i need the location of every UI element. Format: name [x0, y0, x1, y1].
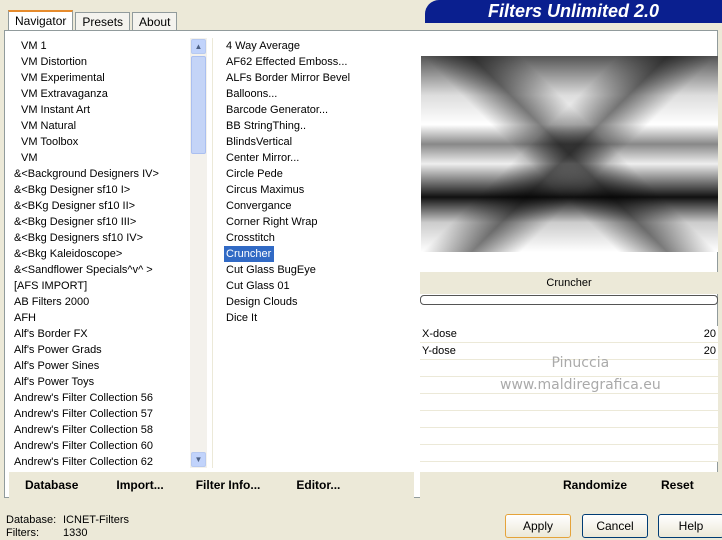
category-item[interactable]: &<Bkg Designer sf10 III> — [12, 214, 190, 230]
reset-button[interactable]: Reset — [661, 478, 694, 492]
category-item[interactable]: Alf's Power Sines — [12, 358, 190, 374]
param-empty — [420, 411, 718, 428]
filter-item[interactable]: Barcode Generator... — [224, 102, 328, 118]
filter-item[interactable]: Cut Glass 01 — [224, 278, 290, 294]
filters-count: 1330 — [63, 527, 88, 539]
category-item[interactable]: VM Extravaganza — [12, 86, 190, 102]
param-value: 20 — [703, 328, 716, 340]
randomize-button[interactable]: Randomize — [563, 478, 627, 492]
category-item[interactable]: Alf's Power Toys — [12, 374, 190, 390]
filter-info-button[interactable]: Filter Info... — [196, 478, 261, 492]
filters-label: Filters: — [6, 527, 39, 539]
category-item[interactable]: VM — [12, 150, 190, 166]
db-label: Database: — [6, 514, 57, 526]
category-item[interactable]: VM Toolbox — [12, 134, 190, 150]
tab-presets[interactable]: Presets — [75, 12, 131, 30]
param-empty — [420, 445, 718, 462]
param-label: Y-dose — [422, 345, 456, 357]
status-info: Database: ICNET-Filters Filters: 1330 — [6, 514, 129, 540]
watermark-url: www.maldiregrafica.eu — [500, 377, 661, 393]
watermark: Pinuccia www.maldiregrafica.eu — [500, 352, 661, 396]
category-list[interactable]: VM 1 VM Distortion VM Experimental VM Extra… — [12, 38, 190, 470]
filter-item[interactable]: Center Mirror... — [224, 150, 299, 166]
title-banner: Filters Unlimited 2.0 — [425, 0, 722, 23]
filter-item[interactable]: Cruncher — [224, 246, 275, 262]
param-label: X-dose — [422, 328, 457, 340]
category-item[interactable]: VM Instant Art — [12, 102, 190, 118]
filter-item[interactable]: BlindsVertical — [224, 134, 292, 150]
tab-bar: Navigator Presets About — [8, 10, 179, 30]
editor-button[interactable]: Editor... — [296, 478, 340, 492]
filter-item[interactable]: Circle Pede — [224, 166, 283, 182]
category-item[interactable]: AB Filters 2000 — [12, 294, 190, 310]
filter-item[interactable]: Circus Maximus — [224, 182, 304, 198]
filter-item[interactable]: Corner Right Wrap — [224, 214, 318, 230]
category-item[interactable]: VM Distortion — [12, 54, 190, 70]
progress-bar — [420, 295, 718, 305]
category-item[interactable]: &<Background Designers IV> — [12, 166, 190, 182]
category-item[interactable]: &<Bkg Designers sf10 IV> — [12, 230, 190, 246]
tab-navigator[interactable]: Navigator — [8, 10, 74, 30]
right-toolbar: Randomize Reset — [420, 472, 718, 498]
category-item[interactable]: &<Bkg Kaleidoscope> — [12, 246, 190, 262]
filter-item[interactable]: Dice It — [224, 310, 257, 326]
category-item[interactable]: AFH — [12, 310, 190, 326]
param-x-dose[interactable]: X-dose 20 — [420, 326, 718, 343]
category-item[interactable]: &<Sandflower Specials^v^ > — [12, 262, 190, 278]
filter-item[interactable]: ALFs Border Mirror Bevel — [224, 70, 350, 86]
category-item[interactable]: Andrew's Filter Collection 62 — [12, 454, 190, 470]
tab-about[interactable]: About — [132, 12, 178, 30]
help-button[interactable]: Help — [658, 514, 722, 538]
filter-item[interactable]: Crosstitch — [224, 230, 275, 246]
filter-item[interactable]: Cut Glass BugEye — [224, 262, 316, 278]
scroll-up-icon[interactable]: ▲ — [191, 39, 206, 54]
category-item[interactable]: Andrew's Filter Collection 60 — [12, 438, 190, 454]
filter-item[interactable]: Balloons... — [224, 86, 277, 102]
filter-item[interactable]: Convergance — [224, 198, 291, 214]
category-item[interactable]: Alf's Border FX — [12, 326, 190, 342]
filter-item[interactable]: AF62 Effected Emboss... — [224, 54, 347, 70]
filter-item[interactable]: Design Clouds — [224, 294, 298, 310]
category-item[interactable]: Andrew's Filter Collection 56 — [12, 390, 190, 406]
filter-item[interactable]: 4 Way Average — [224, 38, 300, 54]
watermark-name: Pinuccia — [551, 355, 610, 371]
filter-name-label: Cruncher — [420, 272, 718, 294]
category-item[interactable]: Alf's Power Grads — [12, 342, 190, 358]
db-value: ICNET-Filters — [63, 514, 129, 526]
category-item[interactable]: Andrew's Filter Collection 58 — [12, 422, 190, 438]
preview-image — [421, 56, 718, 252]
scroll-down-icon[interactable]: ▼ — [191, 452, 206, 467]
category-scrollbar[interactable]: ▲ ▼ — [190, 38, 207, 468]
filter-list[interactable]: 4 Way Average AF62 Effected Emboss... ALFs… — [224, 38, 412, 326]
category-item[interactable]: Andrew's Filter Collection 57 — [12, 406, 190, 422]
divider — [212, 38, 213, 468]
param-value: 20 — [703, 345, 716, 357]
param-empty — [420, 428, 718, 445]
category-item[interactable]: &<Bkg Designer sf10 I> — [12, 182, 190, 198]
apply-button[interactable]: Apply — [505, 514, 571, 538]
left-toolbar: Database Import... Filter Info... Editor… — [9, 472, 414, 498]
category-item[interactable]: VM 1 — [12, 38, 190, 54]
filter-item[interactable]: BB StringThing.. — [224, 118, 306, 134]
database-button[interactable]: Database — [25, 478, 78, 492]
category-item[interactable]: &<BKg Designer sf10 II> — [12, 198, 190, 214]
param-empty — [420, 394, 718, 411]
category-item[interactable]: VM Natural — [12, 118, 190, 134]
cancel-button[interactable]: Cancel — [582, 514, 648, 538]
category-item[interactable]: [AFS IMPORT] — [12, 278, 190, 294]
category-item[interactable]: VM Experimental — [12, 70, 190, 86]
scroll-thumb[interactable] — [191, 56, 206, 154]
import-button[interactable]: Import... — [116, 478, 163, 492]
